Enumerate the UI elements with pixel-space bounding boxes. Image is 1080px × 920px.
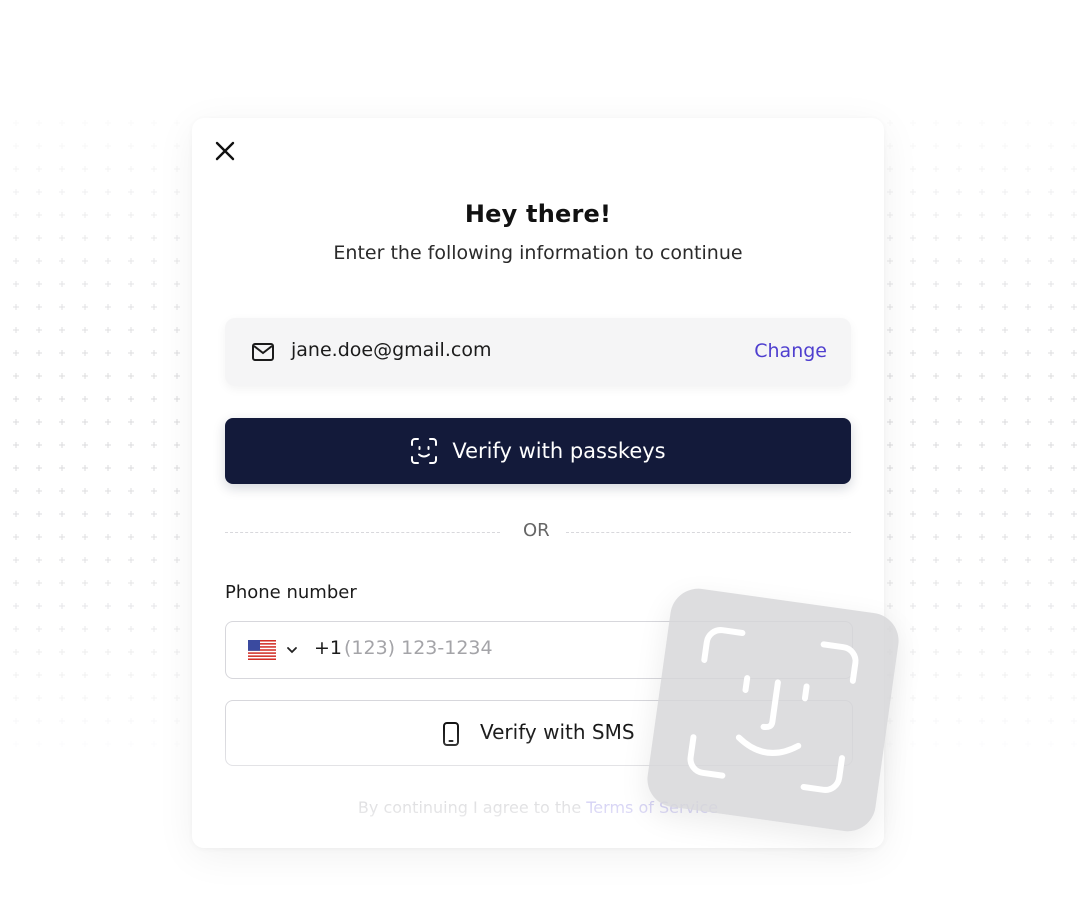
email-display: jane.doe@gmail.com Change: [225, 318, 851, 386]
mail-icon: [252, 343, 274, 361]
change-email-link[interactable]: Change: [754, 340, 827, 362]
phone-input-placeholder[interactable]: (123) 123-1234: [344, 637, 493, 659]
verify-passkeys-button[interactable]: Verify with passkeys: [225, 418, 851, 484]
us-flag-icon[interactable]: [248, 640, 276, 660]
or-divider: OR: [225, 520, 851, 544]
dial-code: +1: [314, 637, 343, 659]
phone-number-label: Phone number: [225, 582, 357, 603]
face-id-icon: [411, 438, 438, 464]
terms-prefix: By continuing I agree to the: [357, 798, 587, 817]
email-value: jane.doe@gmail.com: [291, 339, 492, 361]
dialog-title: Hey there!: [464, 200, 612, 228]
close-icon[interactable]: [214, 140, 236, 162]
dialog-subtitle: Enter the following information to conti…: [333, 242, 743, 264]
face-id-badge: [643, 585, 903, 835]
chevron-down-icon[interactable]: [286, 644, 298, 656]
smartphone-icon: [443, 722, 459, 746]
verify-sms-label: Verify with SMS: [480, 720, 635, 744]
face-id-icon: [687, 627, 859, 793]
or-text: OR: [523, 520, 550, 541]
verify-passkeys-label: Verify with passkeys: [452, 439, 666, 463]
